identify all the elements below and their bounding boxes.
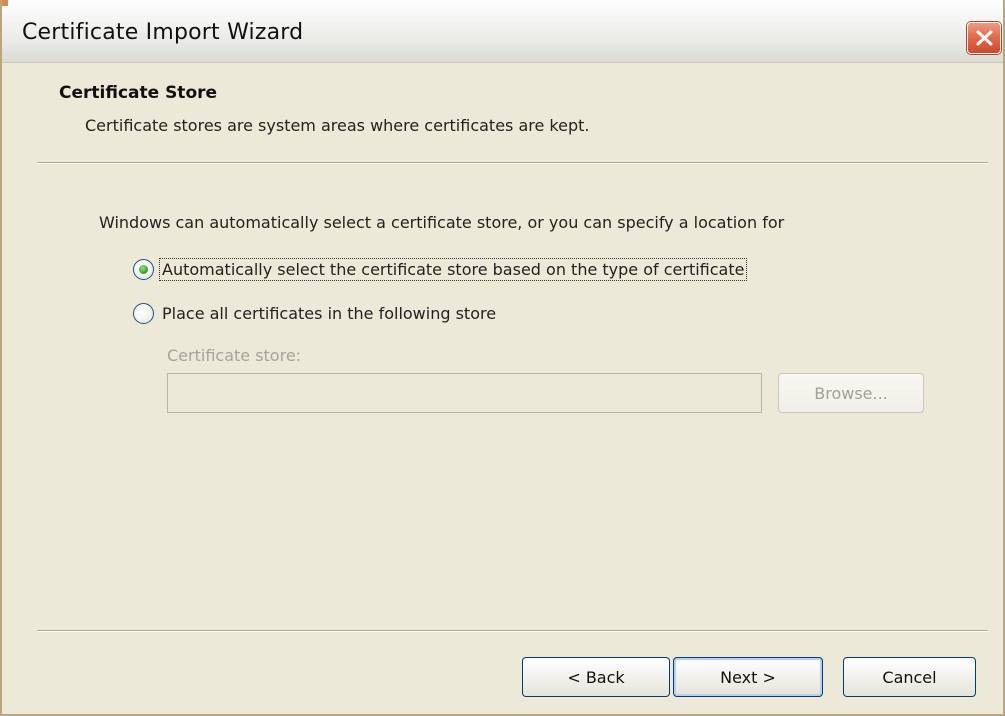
footer-divider xyxy=(37,630,988,632)
auto-select-label[interactable]: Automatically select the certificate sto… xyxy=(158,257,748,281)
radio-selected-dot xyxy=(139,264,148,274)
place-in-store-label[interactable]: Place all certificates in the following … xyxy=(160,303,498,324)
next-button[interactable]: Next > xyxy=(673,657,823,697)
place-in-store-radio[interactable] xyxy=(133,302,154,324)
header-divider xyxy=(37,162,988,164)
back-button[interactable]: < Back xyxy=(522,657,670,697)
header-panel xyxy=(2,64,1003,164)
intro-text: Windows can automatically select a certi… xyxy=(99,213,785,232)
cancel-button[interactable]: Cancel xyxy=(843,657,976,697)
certificate-store-input[interactable] xyxy=(167,373,762,413)
title-bar-corner xyxy=(2,0,8,6)
place-in-store-option[interactable]: Place all certificates in the following … xyxy=(133,301,498,325)
auto-select-option[interactable]: Automatically select the certificate sto… xyxy=(133,257,748,281)
certificate-store-label: Certificate store: xyxy=(167,346,302,365)
auto-select-radio[interactable] xyxy=(133,258,154,280)
wizard-window: Certificate Import Wizard Certificate St… xyxy=(0,0,1005,716)
title-bar[interactable]: Certificate Import Wizard xyxy=(2,0,1003,63)
browse-button[interactable]: Browse... xyxy=(778,373,924,413)
page-subtitle: Certificate stores are system areas wher… xyxy=(85,116,590,135)
close-button[interactable] xyxy=(967,22,1001,54)
page-title: Certificate Store xyxy=(59,83,218,103)
window-title: Certificate Import Wizard xyxy=(22,20,304,45)
